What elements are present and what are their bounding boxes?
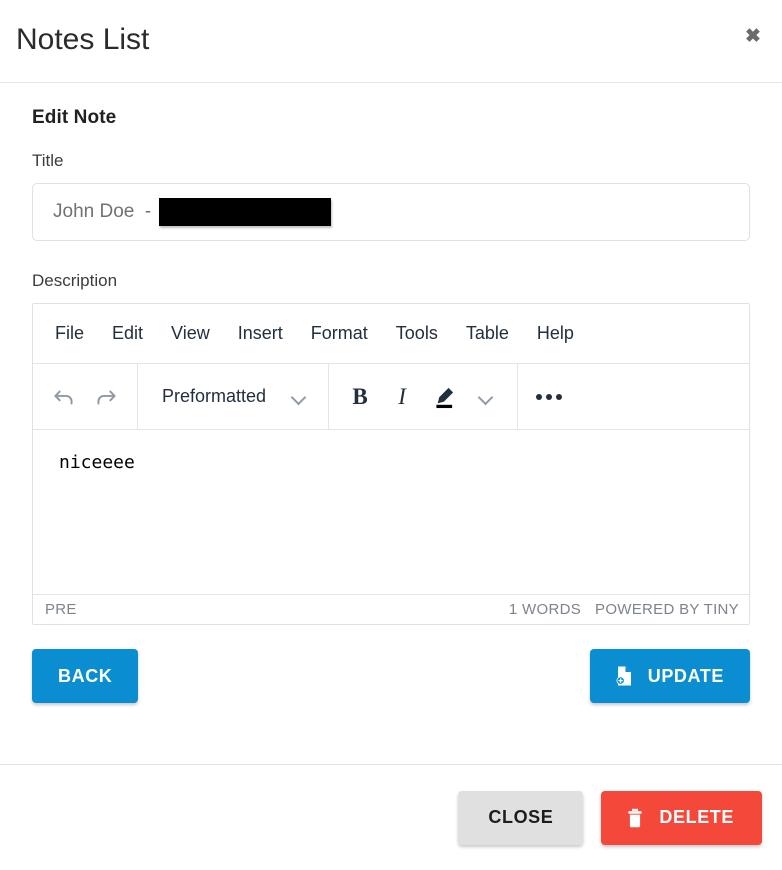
element-path[interactable]: PRE: [45, 601, 77, 618]
title-field-label: Title: [32, 151, 64, 170]
close-button-label: CLOSE: [488, 807, 554, 827]
word-count[interactable]: 1 WORDS: [509, 601, 581, 618]
delete-button-label: DELETE: [659, 807, 734, 827]
more-horizontal-icon[interactable]: [528, 376, 570, 418]
menu-item-help[interactable]: Help: [523, 317, 588, 350]
toolbar-group-history: [33, 364, 138, 429]
modal-body: Edit Note Title John Doe - Description F…: [0, 83, 782, 764]
menu-item-format[interactable]: Format: [297, 317, 382, 350]
format-select[interactable]: Preformatted: [148, 376, 318, 418]
editor-statusbar: PRE 1 WORDS POWERED BY TINY: [33, 594, 749, 624]
editor-toolbar: Preformatted B I: [33, 364, 749, 430]
undo-arrow-icon[interactable]: [43, 376, 85, 418]
section-heading: Edit Note: [32, 107, 117, 128]
redo-arrow-icon[interactable]: [85, 376, 127, 418]
trash-icon: [623, 806, 647, 830]
title-input[interactable]: John Doe -: [32, 183, 750, 241]
statusbar-left: PRE: [45, 601, 77, 618]
italic-button[interactable]: I: [381, 376, 423, 418]
menu-item-tools[interactable]: Tools: [382, 317, 452, 350]
file-add-icon: [612, 664, 636, 688]
text-color-chevron[interactable]: [465, 376, 507, 418]
form-actions: BACK UPDATE: [32, 649, 750, 703]
bold-button[interactable]: B: [339, 376, 381, 418]
update-button[interactable]: UPDATE: [589, 649, 750, 703]
format-select-value: Preformatted: [162, 386, 267, 406]
menu-item-file[interactable]: File: [41, 317, 98, 350]
close-button[interactable]: CLOSE: [458, 790, 584, 845]
editor-text: niceeee: [59, 452, 135, 473]
page-title: Notes List: [16, 23, 150, 56]
back-button-label: BACK: [58, 665, 113, 686]
menu-item-insert[interactable]: Insert: [224, 317, 297, 350]
title-input-value: John Doe -: [53, 201, 157, 222]
editor-content-area[interactable]: niceeee: [33, 430, 749, 594]
editor-menubar: File Edit View Insert Format Tools Table…: [33, 304, 749, 364]
toolbar-group-overflow: [518, 364, 580, 429]
close-x-icon[interactable]: ✖: [742, 26, 764, 48]
tiny-branding[interactable]: POWERED BY TINY: [595, 601, 739, 618]
delete-button[interactable]: DELETE: [601, 790, 762, 845]
rich-text-editor: File Edit View Insert Format Tools Table…: [32, 303, 750, 625]
update-button-label: UPDATE: [647, 665, 724, 686]
menu-item-table[interactable]: Table: [452, 317, 523, 350]
modal-footer: CLOSE DELETE: [0, 764, 782, 870]
toolbar-group-inline: B I: [329, 364, 519, 429]
description-field-label: Description: [32, 271, 118, 290]
dots-icon: [536, 393, 563, 400]
menu-item-edit[interactable]: Edit: [98, 317, 157, 350]
statusbar-right: 1 WORDS POWERED BY TINY: [509, 601, 739, 618]
back-button[interactable]: BACK: [32, 649, 139, 703]
notes-list-modal: Notes List ✖ Edit Note Title John Doe - …: [0, 0, 782, 870]
italic-icon: I: [398, 383, 406, 409]
menu-item-view[interactable]: View: [157, 317, 224, 350]
toolbar-group-blockformat: Preformatted: [138, 364, 330, 429]
bold-icon: B: [352, 383, 368, 409]
chevron-down-icon: [479, 392, 493, 401]
redaction-block: [158, 198, 331, 226]
modal-header: Notes List ✖: [0, 0, 782, 83]
highlighter-pen-icon[interactable]: [423, 376, 465, 418]
chevron-down-icon: [292, 392, 306, 401]
